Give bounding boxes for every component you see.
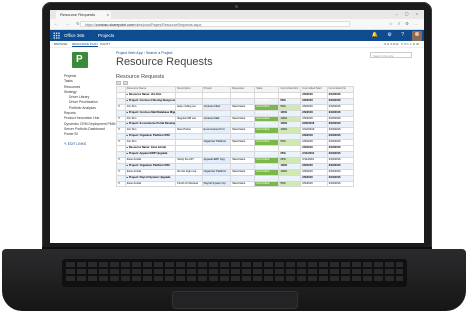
ribbon-tab-browse[interactable]: BROWSE	[54, 42, 67, 46]
search-input[interactable]: Search this site	[370, 52, 412, 58]
section-title: Resource Requests	[116, 74, 165, 80]
table-cell: ▸ Project: Payroll System Upgrade	[124, 174, 177, 182]
laptop-screen: Resource Requests × – ▢ × ← → ↻ https://…	[50, 10, 424, 243]
table-cell: 3/18/2016	[326, 180, 355, 188]
table-cell: ▸ Project: E-commerce Portal Developmen	[124, 121, 177, 129]
table-cell: 2/9/2016	[300, 180, 328, 188]
ribbon-tab-gantt[interactable]: GANTT	[100, 42, 110, 46]
breadcrumb-current-link[interactable]: Search a Project	[146, 51, 173, 55]
breadcrumb-separator: ›	[143, 51, 145, 55]
tab-close-icon[interactable]: ×	[107, 11, 109, 19]
suite-bar-icons[interactable]: 🔔 ⚙ ?	[372, 32, 408, 38]
browser-toolbar-icons[interactable]: ☆ ≡ ⚙ …	[389, 21, 420, 26]
webcam	[235, 5, 238, 8]
browser-tab-title: Resource Requests	[60, 12, 96, 17]
avatar[interactable]	[412, 31, 422, 41]
breadcrumb: Project Web App › Search a Project	[116, 51, 172, 55]
table-cell: ▸ Project: Contoso Filtering Design and …	[124, 97, 177, 105]
browser-tab-bar: Resource Requests × – ▢ ×	[50, 10, 424, 19]
keyboard	[62, 259, 407, 287]
share-follow-actions[interactable]: SHARE FOLLOW	[384, 42, 420, 46]
table-row[interactable]: ☐ Zane Amital Finish UI Reviewi Payroll Sys…	[116, 180, 355, 188]
window-controls[interactable]: – ▢ ×	[395, 11, 421, 16]
page-header: Project Web App › Search a Project Resou…	[50, 48, 424, 74]
app-launcher-icon[interactable]	[53, 32, 60, 39]
laptop-lid: Resource Requests × – ▢ × ← → ↻ https://…	[42, 2, 432, 249]
table-cell: Committed	[254, 180, 280, 188]
column-header[interactable]: Committed Hrs	[278, 86, 302, 93]
url-prefix: https://	[85, 23, 96, 27]
table-cell: Finish UI Reviewi	[175, 180, 203, 188]
address-bar-row: ← → ↻ https://contoso.sharepoint.com/sit…	[50, 19, 424, 30]
nav-item-power-bi[interactable]: Power BI	[64, 132, 114, 137]
table-cell: Payroll System Up	[201, 180, 232, 188]
page-title: Resource Requests	[116, 56, 213, 68]
grid-tool-button[interactable]	[116, 81, 121, 85]
edit-links[interactable]: ✎ EDIT LINKS	[64, 142, 114, 147]
table-cell: Zane Amital	[124, 180, 177, 188]
ribbon-tab-resource-plan[interactable]: RESOURCE PLAN	[72, 42, 98, 47]
ribbon: BROWSE RESOURCE PLAN GANTT SHARE FOLLOW	[50, 41, 424, 48]
project-logo-icon	[72, 52, 88, 68]
breadcrumb-home-link[interactable]: Project Web App	[116, 51, 143, 55]
main-content: Resource Requests Resource Name Descripti…	[116, 74, 416, 188]
url-path: /sites/pwa/Pages/ResourceRequests.aspx	[133, 23, 202, 27]
table-cell: ▸ Project: Organizer Platform RSC	[124, 133, 177, 141]
address-bar[interactable]: https://contoso.sharepoint.com/sites/pwa…	[80, 21, 350, 27]
suite-section-label[interactable]: Projects	[98, 33, 114, 38]
resource-requests-grid: Resource Name Description Project Requester…	[116, 86, 355, 188]
table-cell: Sara Davis	[230, 180, 256, 188]
row-checkbox[interactable]: ☐	[116, 180, 126, 188]
browser-nav-icons[interactable]: ← → ↻	[54, 21, 83, 26]
grid-tool-button[interactable]	[123, 81, 128, 85]
browser-tab[interactable]: Resource Requests ×	[56, 11, 111, 19]
grid-toolbar	[116, 81, 416, 86]
url-host: contoso.sharepoint.com	[95, 23, 134, 27]
table-cell: ▸ Project: Organizer Platform RSC	[124, 162, 177, 170]
table-cell: ▸ Project: Contoso Mail Database Migrati…	[124, 109, 177, 117]
table-cell: 50%	[278, 180, 302, 188]
left-navigation: Projects Tasks Resources Strategy Driver…	[64, 74, 127, 147]
laptop-base	[2, 249, 466, 311]
touchpad	[172, 291, 298, 309]
office-365-label[interactable]: Office 365	[64, 33, 84, 38]
suite-bar: Office 365 Projects 🔔 ⚙ ?	[50, 30, 424, 41]
